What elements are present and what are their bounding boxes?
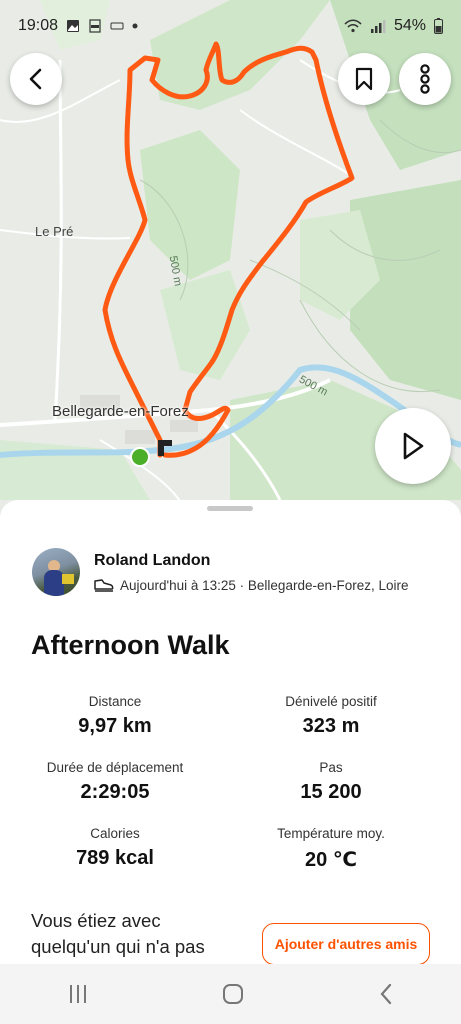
battery-percent: 54% (393, 17, 426, 34)
status-time: 19:08 (18, 17, 59, 34)
recent-apps-icon[interactable] (66, 983, 90, 1005)
more-options-button[interactable] (399, 53, 451, 105)
athlete-name[interactable]: Roland Landon (94, 552, 409, 570)
stat-label: Pas (319, 760, 343, 775)
more-vertical-icon (420, 64, 430, 94)
stat-distance: Distance 9,97 km (0, 694, 230, 738)
stat-label: Durée de déplacement (46, 760, 184, 775)
back-nav-icon[interactable] (376, 982, 396, 1006)
stat-label: Température moy. (277, 826, 385, 841)
more-notifications-dot-icon (132, 23, 138, 29)
stat-calories: Calories 789 kcal (0, 826, 230, 870)
stat-value: 15 200 (300, 781, 362, 803)
pdf-icon (89, 19, 101, 33)
bookmark-icon (355, 67, 373, 91)
play-flyover-button[interactable] (375, 408, 451, 484)
activity-sheet: Roland Landon Aujourd'hui à 13:25 · Bell… (0, 500, 461, 964)
gallery-icon (67, 20, 80, 32)
stat-label: Distance (88, 694, 142, 709)
signal-icon (370, 20, 386, 33)
sheet-drag-handle[interactable] (207, 506, 253, 511)
activity-meta: Aujourd'hui à 13:25 · Bellegarde-en-Fore… (94, 578, 409, 593)
activity-meta-text: Aujourd'hui à 13:25 · Bellegarde-en-Fore… (120, 577, 409, 593)
chevron-left-icon (29, 68, 42, 90)
play-icon (403, 432, 424, 460)
stat-value: 9,97 km (78, 715, 152, 737)
stat-value: 2:29:05 (80, 781, 150, 803)
walking-shoe-icon (94, 579, 114, 592)
battery-icon (434, 18, 443, 34)
system-nav-bar (0, 964, 461, 1024)
start-point (130, 447, 150, 467)
stat-label: Calories (90, 826, 140, 841)
add-friends-button[interactable]: Ajouter d'autres amis (262, 923, 430, 964)
stat-steps: Pas 15 200 (216, 760, 446, 804)
stat-moving-time: Durée de déplacement 2:29:05 (0, 760, 230, 804)
bookmark-button[interactable] (338, 53, 390, 105)
stat-value: 789 kcal (76, 847, 154, 869)
map-place-label: Le Pré (35, 224, 74, 239)
stat-value: 323 m (302, 715, 360, 737)
avatar[interactable] (32, 548, 80, 596)
home-icon[interactable] (221, 982, 245, 1006)
athlete-header[interactable]: Roland Landon Aujourd'hui à 13:25 · Bell… (32, 548, 409, 596)
wifi-icon (344, 19, 362, 33)
app-notification-icon (110, 22, 124, 30)
stat-label: Dénivelé positif (285, 694, 377, 709)
status-bar: 19:08 54% (0, 0, 461, 52)
together-prompt: Vous étiez avec quelqu'un qui n'a pas (31, 910, 205, 957)
stat-avg-temperature: Température moy. 20 ℃ (216, 826, 446, 872)
stat-elevation-gain: Dénivelé positif 323 m (216, 694, 446, 738)
back-button[interactable] (10, 53, 62, 105)
activity-title: Afternoon Walk (31, 630, 230, 660)
stat-value: 20 ℃ (304, 849, 358, 871)
map-town-label: Bellegarde-en-Forez (52, 403, 189, 420)
